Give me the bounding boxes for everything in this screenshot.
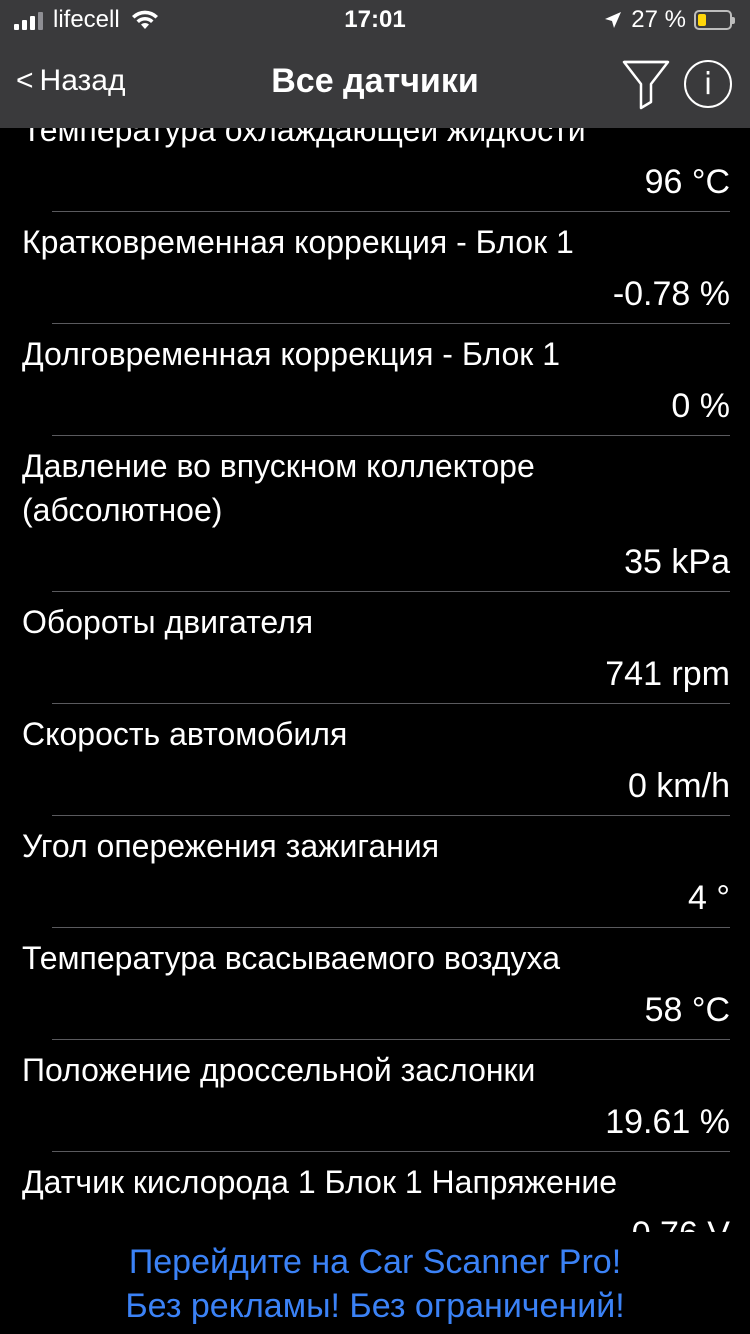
status-left: lifecell — [14, 6, 160, 34]
sensor-value: 0 % — [671, 387, 730, 425]
info-button[interactable]: i — [684, 60, 732, 108]
sensor-name: Температура всасываемого воздуха — [22, 940, 560, 976]
promo-line-1: Перейдите на Car Scanner Pro! — [128, 1243, 622, 1281]
sensor-name: Долговременная коррекция - Блок 1 — [22, 336, 560, 372]
back-label: Назад — [39, 64, 126, 97]
sensor-row[interactable]: Долговременная коррекция - Блок 1 0 % — [0, 324, 750, 436]
sensor-name: Датчик кислорода 1 Блок 1 Напряжение — [22, 1164, 618, 1200]
sensor-value: 58 °C — [644, 991, 730, 1029]
battery-icon — [694, 10, 735, 30]
sensor-value: -0.78 % — [612, 275, 730, 313]
sensor-list[interactable]: Температура охлаждающей жидкости 96 °C Кра… — [0, 100, 750, 1232]
sensor-name: Положение дроссельной заслонки — [22, 1052, 536, 1088]
battery-percent: 27 % — [631, 6, 686, 33]
sensor-value: 741 rpm — [605, 655, 730, 693]
sensor-row[interactable]: Кратковременная коррекция - Блок 1 -0.78 … — [0, 212, 750, 324]
pro-upgrade-banner[interactable]: Перейдите на Car Scanner Pro! Без реклам… — [0, 1232, 750, 1334]
sensor-value: 19.61 % — [605, 1103, 730, 1141]
status-right: 27 % — [603, 6, 735, 34]
back-chevron-icon: < — [16, 64, 34, 97]
status-bar: lifecell 17:01 27 % — [0, 0, 750, 40]
info-icon: i — [703, 66, 713, 102]
sensor-row[interactable]: Угол опережения зажигания 4 ° — [0, 816, 750, 928]
app-screen: lifecell 17:01 27 % < Назад Все датчики — [0, 0, 750, 1334]
sensor-row[interactable]: Скорость автомобиля 0 km/h — [0, 704, 750, 816]
sensor-row[interactable]: Положение дроссельной заслонки 19.61 % — [0, 1040, 750, 1152]
sensor-name: Обороты двигателя — [22, 604, 314, 640]
battery-fill — [698, 14, 706, 26]
signal-icon — [14, 10, 43, 30]
sensor-name: Кратковременная коррекция - Блок 1 — [22, 224, 574, 260]
sensor-name: Угол опережения зажигания — [22, 828, 440, 864]
carrier-name: lifecell — [53, 6, 120, 33]
wifi-icon — [131, 10, 158, 29]
sensor-row[interactable]: Обороты двигателя 741 rpm — [0, 592, 750, 704]
promo-line-2: Без рекламы! Без ограничений! — [125, 1287, 625, 1325]
back-button[interactable]: < Назад — [16, 64, 126, 98]
location-arrow-icon — [605, 12, 622, 28]
sensor-value: 4 ° — [688, 879, 730, 917]
sensor-value: 0.76 V — [22, 1204, 730, 1232]
sensor-name: Давление во впускном коллекторе (абсолют… — [22, 448, 535, 528]
sensor-row[interactable]: Давление во впускном коллекторе (абсолют… — [0, 436, 750, 592]
navigation-bar: < Назад Все датчики i — [0, 40, 750, 128]
sensor-value: 96 °C — [644, 163, 730, 201]
filter-icon[interactable] — [620, 56, 672, 112]
sensor-value: 0 km/h — [627, 767, 730, 805]
sensor-row[interactable]: Температура всасываемого воздуха 58 °C — [0, 928, 750, 1040]
sensor-row[interactable]: Датчик кислорода 1 Блок 1 Напряжение 0.76… — [0, 1152, 750, 1232]
sensor-name: Скорость автомобиля — [22, 716, 348, 752]
sensor-value: 35 kPa — [624, 543, 730, 581]
